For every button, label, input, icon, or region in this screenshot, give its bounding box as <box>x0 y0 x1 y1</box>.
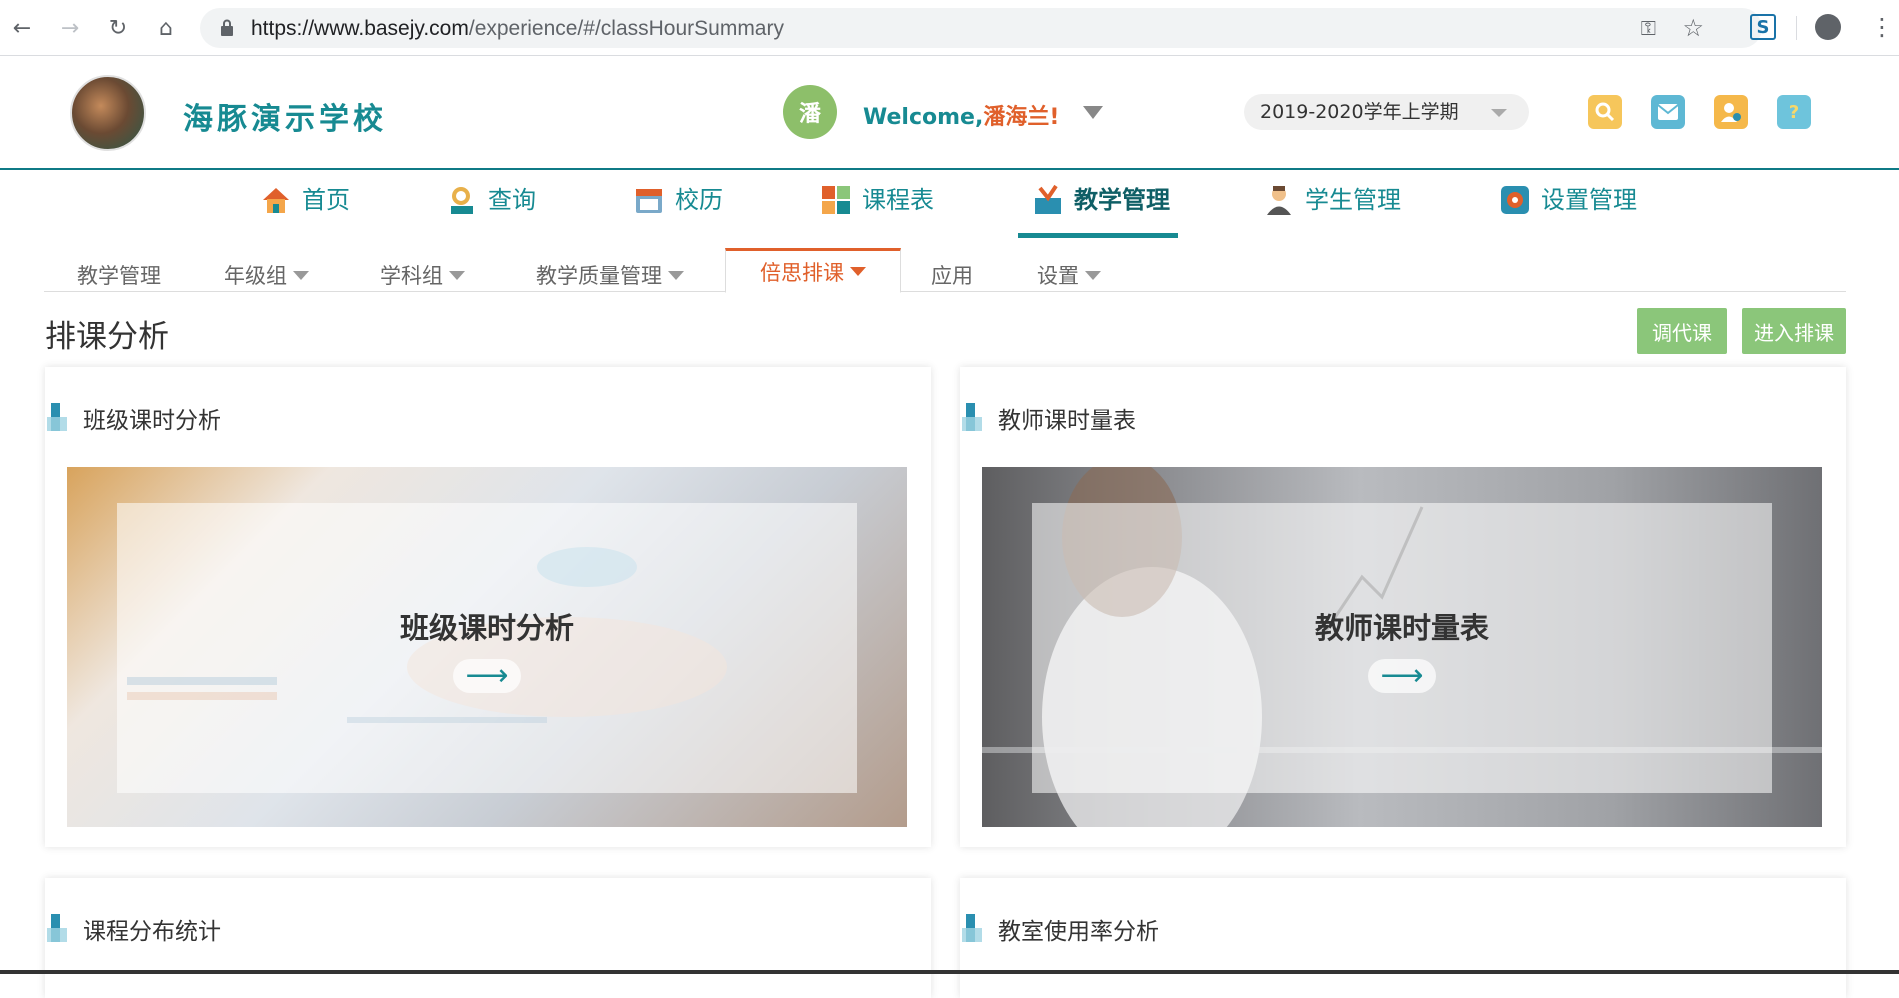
card-overlay <box>1032 503 1772 793</box>
subnav-quality-management[interactable]: 教学质量管理 <box>536 260 684 290</box>
nav-student-management[interactable]: 学生管理 <box>1263 182 1401 238</box>
panel-course-distribution: 课程分布统计 <box>45 878 931 998</box>
teacher-hour-table-card[interactable]: 教师课时量表 ⟶ <box>982 467 1822 827</box>
swap-class-button[interactable]: 调代课 <box>1637 308 1727 354</box>
panel-teacher-hour-table: 教师课时量表 教师课时量表 ⟶ <box>960 367 1846 847</box>
school-name: 海豚演示学校 <box>183 102 387 137</box>
calendar-icon <box>636 189 662 213</box>
extension-icon[interactable]: S <box>1750 14 1776 40</box>
nav-settings-management[interactable]: 设置管理 <box>1499 182 1637 238</box>
nav-teaching-management[interactable]: 教学管理 <box>1018 182 1178 238</box>
nav-timetable[interactable]: 课程表 <box>820 182 934 238</box>
user-avatar[interactable]: 潘 <box>783 85 837 139</box>
enter-scheduling-button[interactable]: 进入排课 <box>1742 308 1846 354</box>
welcome-text[interactable]: Welcome,潘海兰! <box>863 99 1059 131</box>
chevron-down-icon <box>1085 270 1101 280</box>
card-label: 教师课时量表 <box>1314 611 1489 645</box>
teaching-icon <box>1035 184 1061 214</box>
arrow-right-icon[interactable]: ⟶ <box>453 659 521 693</box>
lock-icon <box>221 19 233 36</box>
more-menu-icon[interactable]: ⋮ <box>1870 14 1894 40</box>
taskbar-edge <box>0 970 1899 974</box>
panel-title: 教师课时量表 <box>998 408 1136 434</box>
reload-icon[interactable]: ↻ <box>104 14 132 42</box>
gear-icon <box>1501 186 1529 214</box>
chevron-down-icon <box>449 270 465 280</box>
house-icon <box>263 188 289 213</box>
panel-classroom-usage: 教室使用率分析 <box>960 878 1846 998</box>
section-marker-icon <box>962 914 982 942</box>
school-logo <box>70 75 146 151</box>
address-bar[interactable]: https://www.basejy.com/experience/#/clas… <box>200 8 1762 48</box>
page-title: 排课分析 <box>45 319 169 355</box>
subnav-subject-group[interactable]: 学科组 <box>380 260 465 290</box>
subnav-grade-group[interactable]: 年级组 <box>224 260 309 290</box>
url-text: https://www.basejy.com/experience/#/clas… <box>251 17 784 40</box>
user-profile-icon[interactable] <box>1714 95 1748 129</box>
forward-arrow-icon[interactable]: → <box>56 14 84 42</box>
browser-toolbar: ← → ↻ ⌂ https://www.basejy.com/experienc… <box>0 0 1899 56</box>
nav-calendar[interactable]: 校历 <box>633 182 723 238</box>
chevron-down-icon <box>1491 109 1507 117</box>
main-nav: 首页 查询 校历 课程表 教学管理 学生管理 设置管理 <box>0 172 1899 240</box>
class-hour-analysis-card[interactable]: 班级课时分析 ⟶ <box>67 467 907 827</box>
panel-class-hour-analysis: 班级课时分析 班级课时分析 ⟶ <box>45 367 931 847</box>
search-icon[interactable] <box>1588 95 1622 129</box>
term-select[interactable]: 2019-2020学年上学期 <box>1244 94 1529 130</box>
key-icon[interactable]: ⚿ <box>1641 16 1656 40</box>
help-icon[interactable]: ? <box>1777 95 1811 129</box>
chevron-down-icon <box>293 270 309 280</box>
timetable-icon <box>822 186 850 214</box>
message-icon[interactable] <box>1651 95 1685 129</box>
subnav-apps[interactable]: 应用 <box>931 260 973 290</box>
site-header: 海豚演示学校 潘 Welcome,潘海兰! 2019-2020学年上学期 ? <box>0 57 1899 170</box>
profile-icon[interactable] <box>1815 14 1841 40</box>
section-marker-icon <box>47 914 67 942</box>
chevron-down-icon <box>850 267 866 276</box>
arrow-right-icon[interactable]: ⟶ <box>1368 659 1436 693</box>
section-marker-icon <box>47 403 67 431</box>
panel-title: 教室使用率分析 <box>998 919 1159 945</box>
card-label: 班级课时分析 <box>399 611 574 645</box>
nav-home[interactable]: 首页 <box>260 182 350 238</box>
subnav-scheduling[interactable]: 倍思排课 <box>725 248 901 293</box>
sub-nav: 教学管理 年级组 学科组 教学质量管理 倍思排课 应用 设置 <box>44 246 1846 293</box>
user-menu-caret-icon[interactable] <box>1083 106 1103 119</box>
back-arrow-icon[interactable]: ← <box>8 14 36 42</box>
subnav-settings[interactable]: 设置 <box>1037 260 1101 290</box>
section-marker-icon <box>962 403 982 431</box>
toolbar-divider <box>1796 16 1797 40</box>
card-overlay <box>117 503 857 793</box>
subnav-teaching-management[interactable]: 教学管理 <box>77 260 161 290</box>
student-icon <box>1267 186 1291 215</box>
panel-title: 班级课时分析 <box>83 408 221 434</box>
nav-query[interactable]: 查询 <box>446 182 536 238</box>
query-icon <box>451 187 473 214</box>
chevron-down-icon <box>668 270 684 280</box>
panel-title: 课程分布统计 <box>83 919 221 945</box>
bookmark-star-icon[interactable]: ☆ <box>1682 14 1704 42</box>
home-icon[interactable]: ⌂ <box>152 14 180 42</box>
